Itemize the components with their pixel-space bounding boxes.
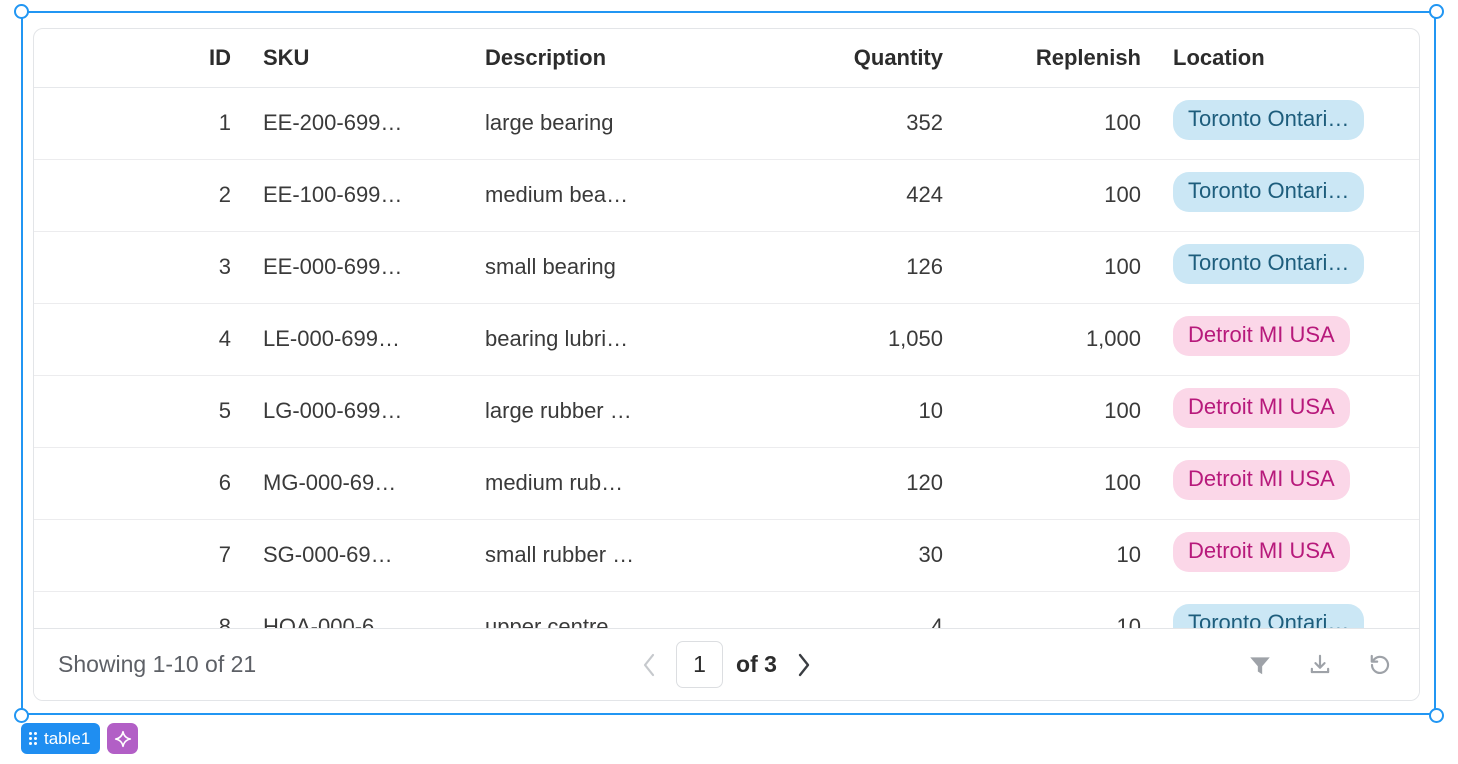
data-table: ID SKU Description Quantity Replenish Lo… [34,29,1419,628]
location-badge: Detroit MI USA [1173,532,1350,572]
page-number-input[interactable]: 1 [676,641,724,688]
cell-quantity[interactable]: 120 [759,447,959,520]
cell-replenish[interactable]: 10 [959,591,1157,628]
cell-quantity[interactable]: 4 [759,591,959,628]
cell-location[interactable]: Detroit MI USA [1157,303,1419,376]
column-header-id[interactable]: ID [34,29,247,88]
table-widget[interactable]: ID SKU Description Quantity Replenish Lo… [33,28,1420,701]
location-badge: Toronto Ontari… [1173,604,1365,628]
cell-location[interactable]: Detroit MI USA [1157,447,1419,520]
next-page-button[interactable] [790,648,818,682]
cell-id[interactable]: 6 [34,447,247,520]
cell-replenish[interactable]: 100 [959,231,1157,304]
cell-description[interactable]: large bearing [469,87,759,160]
cell-sku[interactable]: EE-000-699… [247,231,469,304]
table-header-row: ID SKU Description Quantity Replenish Lo… [34,29,1419,88]
location-badge: Toronto Ontari… [1173,244,1365,284]
column-header-location[interactable]: Location [1157,29,1419,88]
column-header-description[interactable]: Description [469,29,759,88]
location-badge: Toronto Ontari… [1173,100,1365,140]
cell-id[interactable]: 7 [34,519,247,592]
cell-id[interactable]: 4 [34,303,247,376]
table-row[interactable]: 6 MG-000-69… medium rub… 120 100 Detroit MI U… [34,447,1419,520]
cell-replenish[interactable]: 100 [959,447,1157,520]
table-scroll-area[interactable]: ID SKU Description Quantity Replenish Lo… [34,29,1419,628]
cell-description[interactable]: upper centre [469,591,759,628]
cell-quantity[interactable]: 30 [759,519,959,592]
cell-sku[interactable]: HOA-000-6… [247,591,469,628]
cell-replenish[interactable]: 100 [959,159,1157,232]
resize-handle-top-right[interactable] [1429,4,1444,19]
widget-name-chip[interactable]: table1 [21,723,101,754]
showing-count: Showing 1-10 of 21 [58,651,257,677]
resize-handle-bottom-left[interactable] [14,708,29,723]
prev-page-button[interactable] [635,648,663,682]
cell-quantity[interactable]: 424 [759,159,959,232]
cell-sku[interactable]: MG-000-69… [247,447,469,520]
sparkle-icon [114,730,131,747]
table-row[interactable]: 7 SG-000-69… small rubber … 30 10 Detroit MI … [34,519,1419,592]
widget-name-label: table1 [44,728,91,748]
cell-replenish[interactable]: 10 [959,519,1157,592]
ai-sparkle-button[interactable] [107,723,139,754]
cell-quantity[interactable]: 1,050 [759,303,959,376]
cell-location[interactable]: Detroit MI USA [1157,519,1419,592]
table-row[interactable]: 1 EE-200-699… large bearing 352 100 Toronto O… [34,87,1419,160]
cell-replenish[interactable]: 100 [959,87,1157,160]
widget-label-bar: table1 [21,723,139,754]
table-header: ID SKU Description Quantity Replenish Lo… [34,29,1419,88]
editor-canvas: ID SKU Description Quantity Replenish Lo… [0,0,1458,764]
cell-sku[interactable]: EE-200-699… [247,87,469,160]
location-badge: Detroit MI USA [1173,388,1350,428]
table-row[interactable]: 4 LE-000-699… bearing lubri… 1,050 1,000 Detr… [34,303,1419,376]
cell-id[interactable]: 3 [34,231,247,304]
cell-id[interactable]: 2 [34,159,247,232]
column-header-sku[interactable]: SKU [247,29,469,88]
cell-description[interactable]: small rubber … [469,519,759,592]
reset-icon[interactable] [1365,650,1395,680]
cell-sku[interactable]: LG-000-699… [247,375,469,448]
cell-sku[interactable]: SG-000-69… [247,519,469,592]
cell-sku[interactable]: EE-100-699… [247,159,469,232]
resize-handle-bottom-right[interactable] [1429,708,1444,723]
table-row[interactable]: 3 EE-000-699… small bearing 126 100 Toronto O… [34,231,1419,304]
cell-description[interactable]: bearing lubri… [469,303,759,376]
cell-sku[interactable]: LE-000-699… [247,303,469,376]
location-badge: Toronto Ontari… [1173,172,1365,212]
cell-location[interactable]: Toronto Ontari… [1157,87,1419,160]
table-footer: Showing 1-10 of 21 1 of 3 [34,628,1419,700]
location-badge: Detroit MI USA [1173,460,1350,500]
cell-replenish[interactable]: 1,000 [959,303,1157,376]
cell-description[interactable]: large rubber … [469,375,759,448]
page-number-value: 1 [693,651,706,677]
column-header-replenish[interactable]: Replenish [959,29,1157,88]
table-body: 1 EE-200-699… large bearing 352 100 Toronto O… [34,87,1419,628]
cell-location[interactable]: Toronto Ontari… [1157,159,1419,232]
cell-id[interactable]: 8 [34,591,247,628]
filter-icon[interactable] [1245,650,1275,680]
column-header-quantity[interactable]: Quantity [759,29,959,88]
cell-id[interactable]: 1 [34,87,247,160]
cell-description[interactable]: medium rub… [469,447,759,520]
cell-quantity[interactable]: 10 [759,375,959,448]
location-badge: Detroit MI USA [1173,316,1350,356]
cell-location[interactable]: Toronto Ontari… [1157,231,1419,304]
cell-location[interactable]: Detroit MI USA [1157,375,1419,448]
drag-handle-icon[interactable] [29,732,37,745]
resize-handle-top-left[interactable] [14,4,29,19]
cell-replenish[interactable]: 100 [959,375,1157,448]
cell-quantity[interactable]: 352 [759,87,959,160]
cell-quantity[interactable]: 126 [759,231,959,304]
cell-id[interactable]: 5 [34,375,247,448]
table-row[interactable]: 8 HOA-000-6… upper centre 4 10 Toronto Ontari… [34,591,1419,628]
cell-description[interactable]: small bearing [469,231,759,304]
total-pages-label: of 3 [736,651,777,677]
cell-description[interactable]: medium bea… [469,159,759,232]
table-row[interactable]: 2 EE-100-699… medium bea… 424 100 Toronto Ont… [34,159,1419,232]
cell-location[interactable]: Toronto Ontari… [1157,591,1419,628]
footer-action-buttons [1245,650,1395,680]
download-icon[interactable] [1305,650,1335,680]
table-row[interactable]: 5 LG-000-699… large rubber … 10 100 Detroit M… [34,375,1419,448]
